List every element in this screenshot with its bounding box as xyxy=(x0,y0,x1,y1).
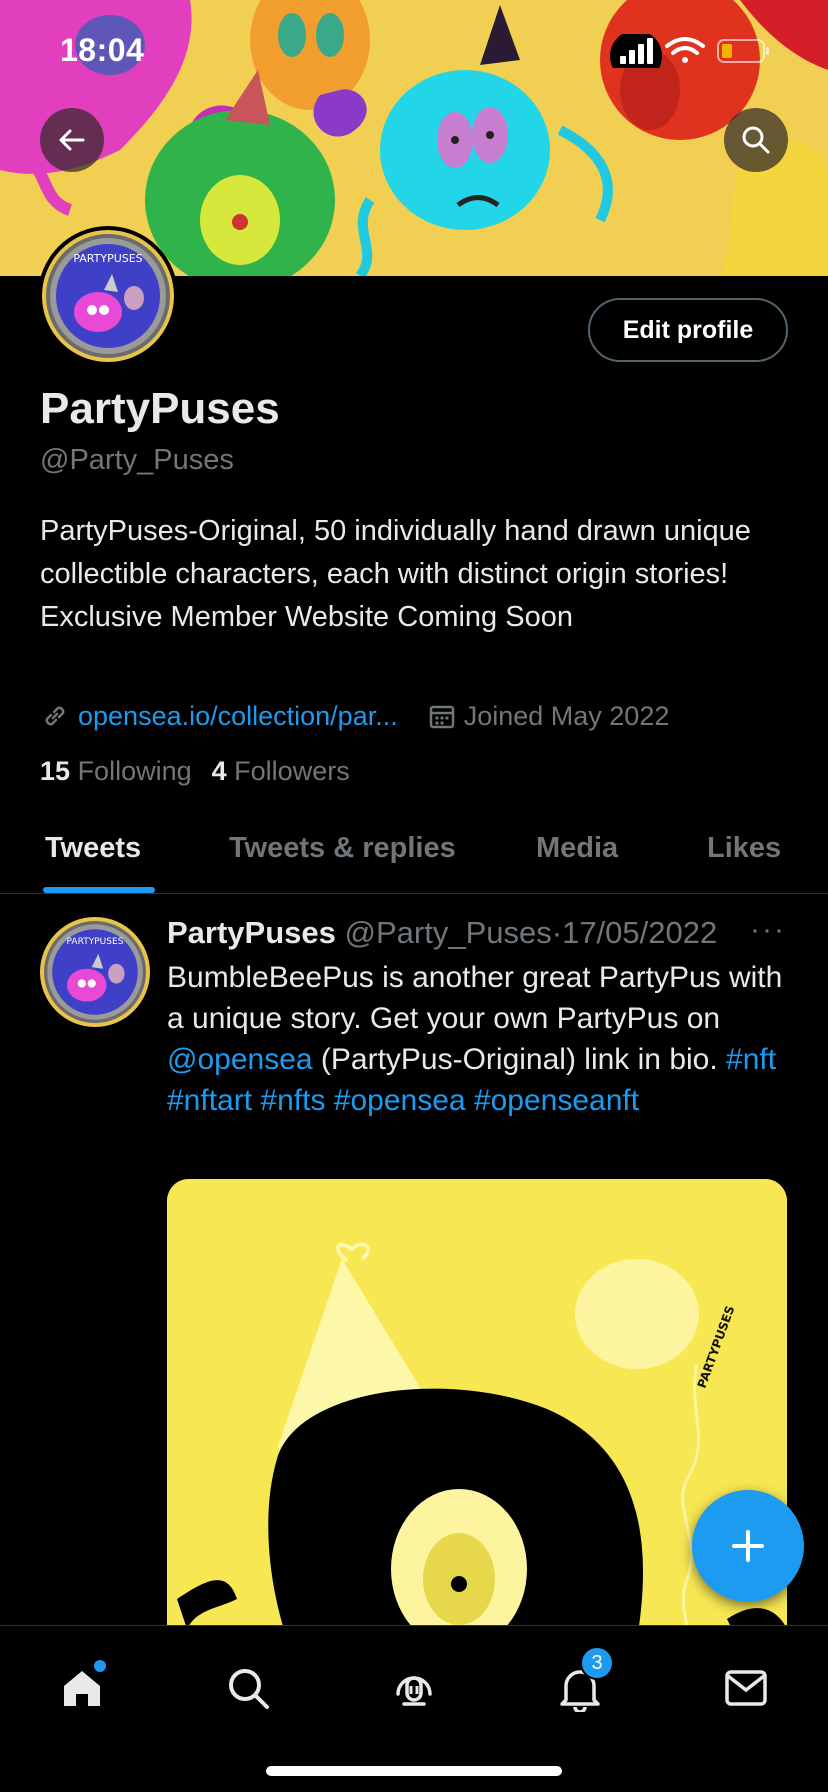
status-bar: 18:04 xyxy=(0,0,828,100)
tweet-text: BumbleBeePus is another great PartyPus w… xyxy=(167,957,797,1121)
tweet-author-name[interactable]: PartyPuses xyxy=(167,915,336,950)
hashtag[interactable]: #openseanft xyxy=(474,1084,639,1117)
search-nav-icon xyxy=(229,1669,269,1709)
following-label: Following xyxy=(77,756,192,786)
follow-stats: 15 Following 4 Followers xyxy=(40,756,350,787)
mail-icon xyxy=(725,1670,767,1706)
followers-count: 4 xyxy=(211,756,227,786)
search-button[interactable] xyxy=(724,108,788,172)
tweet-media-artwork: PARTYPUSES xyxy=(167,1179,787,1639)
profile-website-link[interactable]: opensea.io/collection/par... xyxy=(78,701,398,732)
compose-tweet-button[interactable] xyxy=(692,1490,804,1602)
home-indicator xyxy=(266,1766,562,1776)
tweet-media-image[interactable]: PARTYPUSES xyxy=(167,1179,787,1639)
followers-label: Followers xyxy=(234,756,350,786)
tab-media[interactable]: Media xyxy=(536,832,618,865)
tweet-avatar-text: PARTYPUSES xyxy=(67,937,124,947)
plus-icon xyxy=(732,1530,764,1562)
notifications-badge: 3 xyxy=(580,1646,614,1680)
status-time: 18:04 xyxy=(60,32,145,68)
tweet-separator: · xyxy=(551,915,563,950)
signal-icon xyxy=(610,34,662,68)
hashtag[interactable]: #nftart xyxy=(167,1084,252,1117)
profile-handle: @Party_Puses xyxy=(40,444,234,476)
tweet-avatar-artwork: PARTYPUSES xyxy=(47,924,143,1020)
calendar-icon xyxy=(429,705,454,729)
tweet-header: PartyPuses @Party_Puses·17/05/2022 xyxy=(167,915,717,951)
following-count: 15 xyxy=(40,756,71,786)
bottom-navigation: 3 xyxy=(0,1625,828,1792)
nav-messages[interactable] xyxy=(716,1658,776,1718)
profile-display-name: PartyPuses xyxy=(40,384,280,433)
tweet-avatar[interactable]: PARTYPUSES xyxy=(40,917,150,1027)
edit-profile-button[interactable]: Edit profile xyxy=(588,298,788,362)
search-icon xyxy=(742,126,770,154)
wifi-icon xyxy=(665,37,705,63)
spaces-icon xyxy=(396,1676,432,1706)
avatar-artwork: PARTYPUSES xyxy=(50,238,166,354)
nav-notifications[interactable]: 3 xyxy=(550,1646,614,1718)
tab-tweets[interactable]: Tweets xyxy=(45,832,141,865)
avatar-text: PARTYPUSES xyxy=(73,252,142,265)
hashtag[interactable]: #nfts xyxy=(260,1084,325,1117)
nav-spaces[interactable] xyxy=(384,1658,444,1718)
active-tab-indicator xyxy=(43,887,155,893)
profile-avatar[interactable]: PARTYPUSES xyxy=(38,226,178,366)
nav-home[interactable] xyxy=(52,1658,112,1718)
profile-tabs: Tweets Tweets & replies Media Likes xyxy=(0,806,828,894)
back-button[interactable] xyxy=(40,108,104,172)
nav-search[interactable] xyxy=(218,1658,278,1718)
home-unread-dot xyxy=(94,1660,106,1672)
tweet-text-part2: (PartyPus-Original) link in bio. xyxy=(312,1043,727,1076)
tweet-author-handle[interactable]: @Party_Puses xyxy=(345,915,552,950)
profile-bio: PartyPuses-Original, 50 individually han… xyxy=(40,515,751,633)
tab-tweets-replies[interactable]: Tweets & replies xyxy=(229,832,456,865)
status-icons xyxy=(610,34,769,68)
hashtag[interactable]: #nft xyxy=(726,1043,776,1076)
link-icon xyxy=(45,706,65,726)
tweet-text-part1: BumbleBeePus is another great PartyPus w… xyxy=(167,961,783,1035)
profile-meta: opensea.io/collection/par... Joined May … xyxy=(40,696,669,736)
tweet-mention[interactable]: @opensea xyxy=(167,1043,313,1076)
back-arrow-icon xyxy=(59,129,85,151)
battery-icon xyxy=(717,39,769,63)
tweet-more-icon[interactable]: ··· xyxy=(750,913,786,947)
followers-link[interactable]: 4 Followers xyxy=(212,756,350,787)
tweet-date[interactable]: 17/05/2022 xyxy=(562,915,717,950)
tab-likes[interactable]: Likes xyxy=(707,832,781,865)
following-link[interactable]: 15 Following xyxy=(40,756,192,787)
hashtag[interactable]: #opensea xyxy=(334,1084,466,1117)
profile-joined-date: Joined May 2022 xyxy=(463,700,670,731)
